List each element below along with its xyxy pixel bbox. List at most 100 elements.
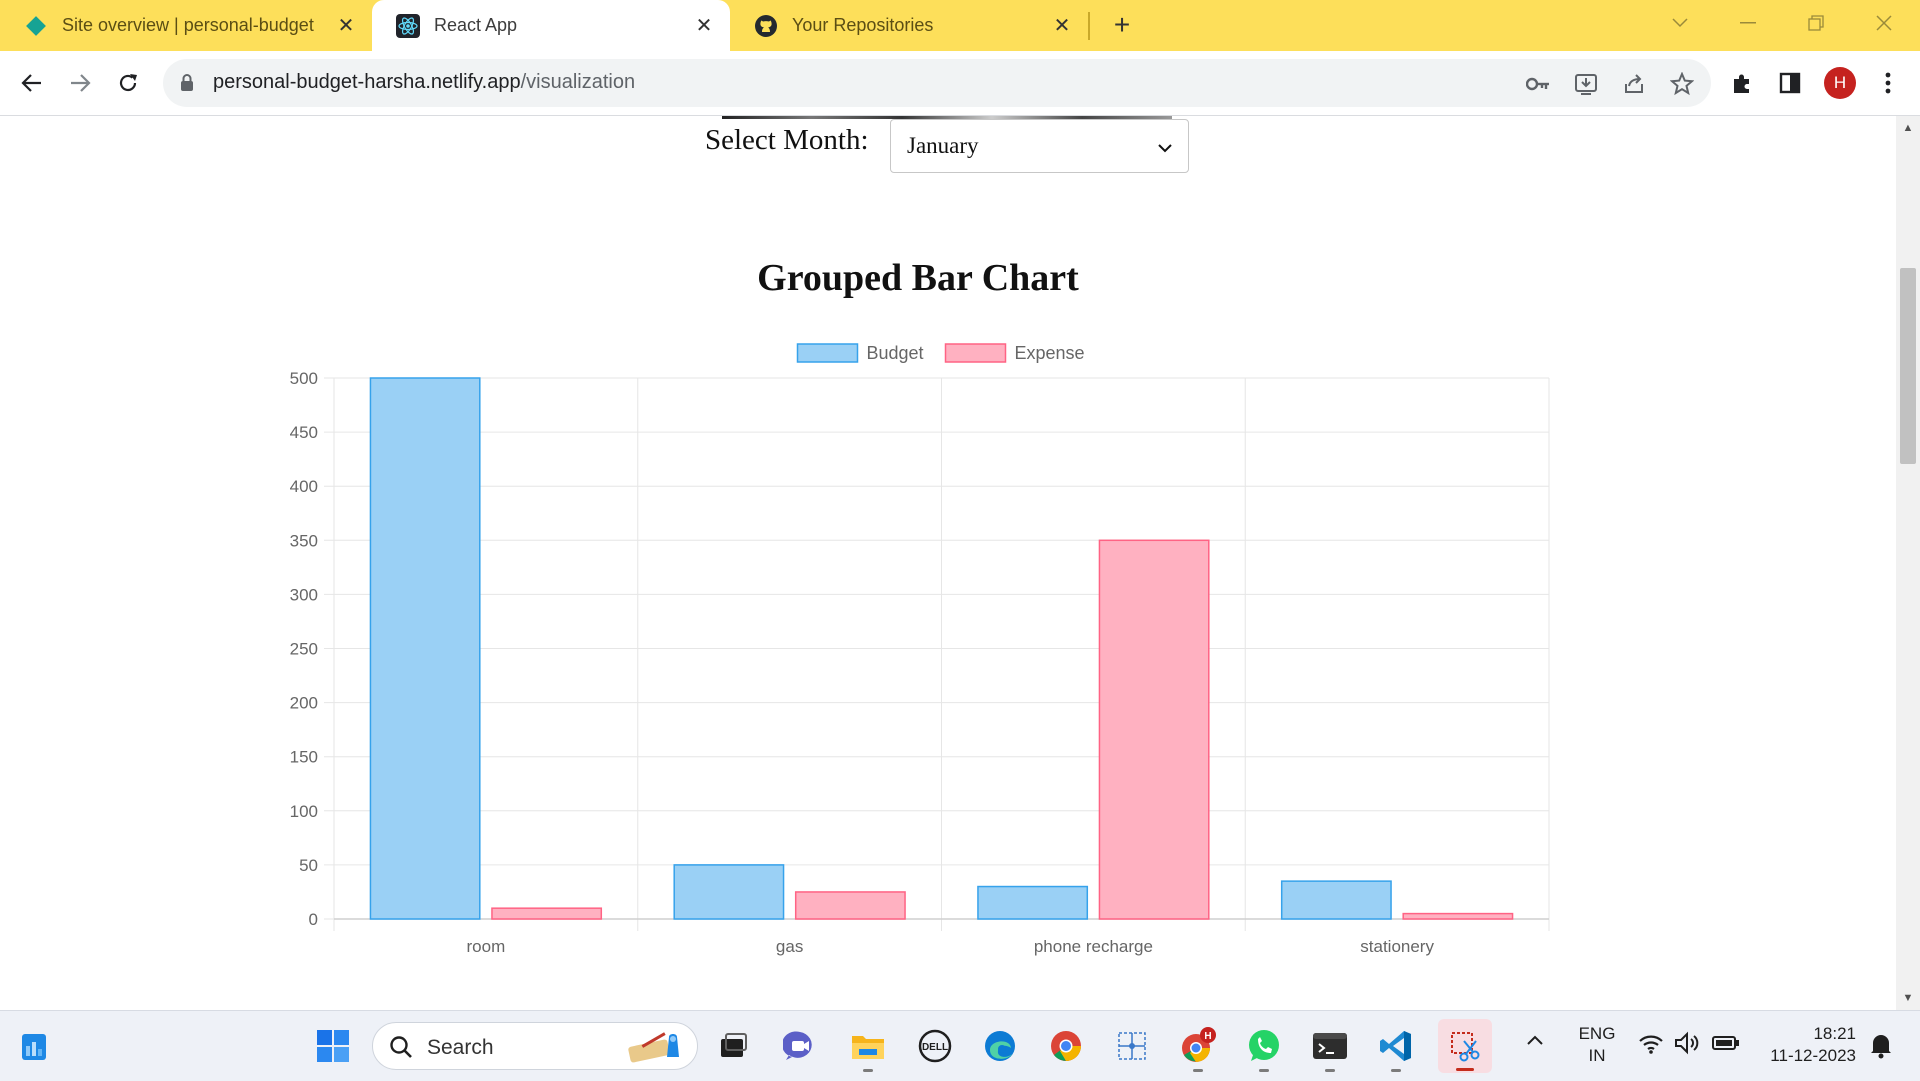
minimize-button[interactable]	[1728, 8, 1768, 38]
reload-button[interactable]	[110, 65, 146, 101]
restore-button[interactable]	[1796, 8, 1836, 38]
lang-line-2: IN	[1588, 1046, 1606, 1065]
tab-search-chevron-icon[interactable]	[1660, 8, 1700, 38]
clock-date: 11-12-2023	[1770, 1046, 1856, 1065]
x-tick-label: stationery	[1360, 937, 1434, 956]
netlify-diamond-icon	[24, 14, 48, 38]
address-bar[interactable]: personal-budget-harsha.netlify.app/visua…	[163, 59, 1711, 107]
close-tab-icon[interactable]: ✕	[692, 14, 716, 38]
show-hidden-icons-chevron-icon[interactable]	[1526, 1033, 1544, 1051]
running-indicator	[863, 1069, 873, 1072]
running-indicator	[1391, 1069, 1401, 1072]
task-view-icon[interactable]	[711, 1024, 755, 1068]
back-button[interactable]	[14, 65, 50, 101]
running-indicator	[1259, 1069, 1269, 1072]
search-placeholder: Search	[427, 1036, 494, 1059]
tab-site-overview[interactable]: Site overview | personal-budget ✕	[0, 0, 372, 51]
react-atom-icon	[396, 13, 420, 38]
grouped-bar-chart: 0 50 100 150 200 250 300 350 400 450 500 room gas pho…	[290, 343, 1550, 956]
wifi-icon[interactable]	[1638, 1033, 1664, 1060]
tab-react-app[interactable]: React App ✕	[372, 0, 730, 51]
teams-chat-icon[interactable]	[778, 1024, 822, 1068]
y-tick-label: 50	[299, 856, 318, 875]
scrollbar-thumb[interactable]	[1900, 268, 1916, 464]
url-text: personal-budget-harsha.netlify.app/visua…	[213, 71, 636, 93]
svg-text:H: H	[1204, 1031, 1211, 1042]
browser-tab-strip: Site overview | personal-budget ✕ React …	[0, 0, 1920, 51]
search-icon	[389, 1035, 413, 1064]
bar-budget-phone-recharge	[977, 885, 1089, 920]
vscode-icon[interactable]	[1374, 1024, 1418, 1072]
tab-title: React App	[434, 15, 518, 35]
edge-icon[interactable]	[978, 1024, 1022, 1068]
battery-icon[interactable]	[1712, 1035, 1740, 1056]
browser-toolbar: personal-budget-harsha.netlify.app/visua…	[0, 51, 1920, 116]
tab-title: Your Repositories	[792, 15, 934, 35]
bar-expense-room	[491, 907, 603, 920]
x-tick-label: room	[467, 937, 506, 956]
file-explorer-icon[interactable]	[846, 1024, 890, 1072]
tab-title: Site overview | personal-budget	[62, 15, 314, 35]
extensions-puzzle-icon[interactable]	[1724, 65, 1760, 101]
y-tick-label: 250	[290, 640, 318, 659]
legend-label-budget: Budget	[867, 343, 924, 363]
bar-expense-gas	[794, 891, 906, 920]
page-content: Select Month: January Grouped Bar Chart …	[0, 116, 1896, 1010]
bar-budget-room	[369, 377, 481, 920]
lang-line-1: ENG	[1578, 1024, 1616, 1043]
install-app-icon[interactable]	[1573, 71, 1599, 97]
widgets-icon[interactable]	[12, 1024, 56, 1068]
svg-text:DELL: DELL	[922, 1042, 948, 1053]
lock-icon[interactable]	[179, 73, 195, 98]
close-tab-icon[interactable]: ✕	[1050, 14, 1074, 38]
windows-taskbar: Search DELL H ENG IN 18:21 11-12-2023	[0, 1010, 1920, 1081]
clock[interactable]: 18:21 11-12-2023	[1758, 1023, 1856, 1067]
active-indicator	[1456, 1068, 1474, 1071]
x-tick-label: phone recharge	[1034, 937, 1153, 956]
tab-your-repositories[interactable]: Your Repositories ✕	[730, 0, 1088, 51]
snipping-tool-icon[interactable]	[1438, 1019, 1492, 1073]
input-language-indicator[interactable]: ENG IN	[1576, 1023, 1618, 1067]
y-tick-label: 300	[290, 585, 318, 604]
y-tick-label: 350	[290, 531, 318, 550]
bookmark-star-icon[interactable]	[1669, 71, 1695, 97]
terminal-icon[interactable]	[1308, 1024, 1352, 1072]
menu-kebab-icon[interactable]	[1870, 65, 1906, 101]
whatsapp-icon[interactable]	[1242, 1024, 1286, 1072]
y-tick-label: 100	[290, 802, 318, 821]
profile-avatar[interactable]: H	[1824, 67, 1856, 99]
close-tab-icon[interactable]: ✕	[334, 14, 358, 38]
search-highlight-icon	[625, 1029, 691, 1070]
notifications-bell-icon[interactable]	[1868, 1031, 1894, 1064]
start-icon[interactable]	[311, 1024, 355, 1068]
close-window-button[interactable]	[1864, 8, 1904, 38]
chrome-icon[interactable]	[1044, 1024, 1088, 1068]
y-tick-label: 400	[290, 477, 318, 496]
legend-label-expense: Expense	[1015, 343, 1085, 363]
x-tick-label: gas	[776, 937, 803, 956]
bar-budget-stationery	[1280, 880, 1392, 920]
dell-icon[interactable]: DELL	[913, 1024, 957, 1068]
running-indicator	[1325, 1069, 1335, 1072]
y-tick-label: 200	[290, 694, 318, 713]
y-tick-label: 150	[290, 748, 318, 767]
y-tick-label: 500	[290, 369, 318, 388]
forward-button[interactable]	[62, 65, 98, 101]
password-key-icon[interactable]	[1525, 71, 1551, 97]
chrome-profile-icon[interactable]: H	[1176, 1024, 1220, 1072]
bar-budget-gas	[673, 864, 785, 920]
snip-grid-icon[interactable]	[1110, 1024, 1154, 1068]
scroll-up-arrow-icon[interactable]: ▲	[1896, 118, 1920, 138]
share-icon[interactable]	[1621, 71, 1647, 97]
y-tick-label: 450	[290, 423, 318, 442]
clock-time: 18:21	[1813, 1024, 1856, 1043]
volume-icon[interactable]	[1674, 1031, 1702, 1060]
github-icon	[754, 14, 778, 38]
bar-expense-stationery	[1402, 912, 1514, 920]
new-tab-button[interactable]: +	[1107, 9, 1137, 40]
legend-swatch-expense	[944, 343, 1007, 363]
taskbar-search[interactable]: Search	[372, 1022, 698, 1070]
side-panel-icon[interactable]	[1772, 65, 1808, 101]
page-scrollbar[interactable]: ▲ ▼	[1896, 116, 1920, 1010]
scroll-down-arrow-icon[interactable]: ▼	[1896, 988, 1920, 1008]
